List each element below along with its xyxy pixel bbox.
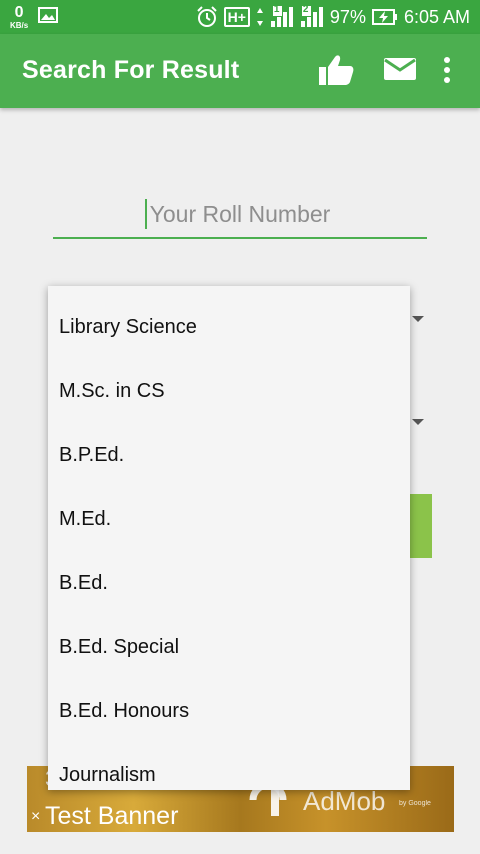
page-title: Search For Result [22,56,240,84]
status-left: 0 KB/s [10,5,59,30]
text-cursor [145,199,147,229]
dropdown-list: Library Science M.Sc. in CS B.P.Ed. M.Ed… [48,295,410,790]
alarm-icon [196,6,218,28]
ad-close-icon[interactable]: × [31,808,40,826]
sim1-label: 1 [273,4,280,15]
data-arrows-icon [256,7,264,27]
sim2-signal-icon: 2 [300,4,324,28]
status-bar: 0 KB/s H+ 1 2 97% 6:05 AM [0,0,480,34]
clock: 6:05 AM [403,6,470,27]
overflow-menu-icon[interactable] [440,56,454,89]
battery-charging-icon [371,8,398,26]
sim2-label: 2 [302,4,309,15]
network-speed: 0 KB/s [10,5,28,30]
roll-number-input[interactable] [53,190,427,238]
roll-number-field[interactable] [53,190,427,242]
dropdown-item[interactable]: B.Ed. Special [48,615,410,679]
sim1-signal-icon: 1 [270,4,294,28]
admob-by-google: by Google [399,800,431,807]
dropdown-item[interactable]: B.Ed. Honours [48,679,410,743]
network-speed-value: 0 [14,4,24,21]
spinner2-arrow-icon[interactable] [412,419,424,425]
dropdown-item[interactable]: M.Ed. [48,487,410,551]
thumbs-up-icon[interactable] [318,52,354,93]
dropdown-item[interactable]: B.Ed. [48,551,410,615]
spinner1-arrow-icon[interactable] [412,316,424,322]
battery-percent: 97% [329,6,366,27]
ad-banner-label: Test Banner [45,802,179,830]
mail-icon[interactable] [384,56,416,87]
dropdown-item[interactable]: B.P.Ed. [48,423,410,487]
network-type-badge: H+ [223,7,250,27]
dropdown-item[interactable]: M.Sc. in CS [48,359,410,423]
status-right: H+ 1 2 97% 6:05 AM [196,4,470,28]
input-underline [53,237,427,239]
gallery-notification-icon [38,7,59,28]
dropdown-item[interactable]: Journalism [48,743,410,790]
course-dropdown[interactable]: Library Science M.Sc. in CS B.P.Ed. M.Ed… [48,286,410,790]
app-bar: Search For Result [0,34,480,108]
network-speed-unit: KB/s [10,21,29,30]
admob-brand: AdMob [303,786,386,816]
dropdown-item[interactable]: Library Science [48,295,410,359]
